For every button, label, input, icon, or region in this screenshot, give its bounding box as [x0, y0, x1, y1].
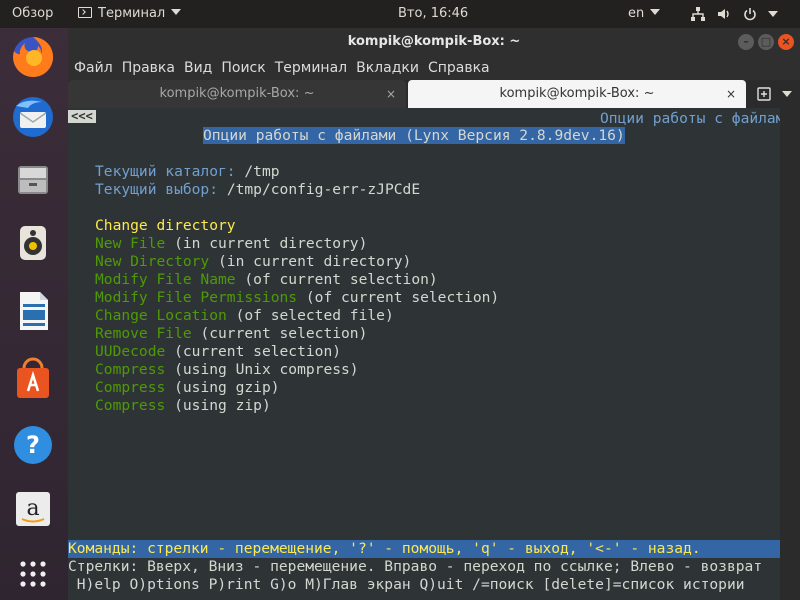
option-modify-file-permissions[interactable]: Modify File Permissions (of current sele…: [95, 289, 499, 307]
maximize-button[interactable]: □: [758, 34, 774, 50]
chevron-down-icon: [171, 9, 182, 15]
page-header: Опции работы с файлами (Lynx Версия 2.8.…: [203, 127, 625, 144]
files-icon[interactable]: [8, 154, 58, 204]
option-change-location[interactable]: Change Location (of selected file): [95, 307, 394, 325]
thunderbird-icon[interactable]: [8, 92, 58, 142]
chevron-down-icon: [768, 11, 778, 17]
option-remove-file[interactable]: Remove File (current selection): [95, 325, 367, 343]
tab-bar: kompik@kompik-Box: ~ × kompik@kompik-Box…: [68, 80, 800, 108]
menu-search[interactable]: Поиск: [221, 60, 265, 76]
terminal-window: kompik@kompik-Box: ~ – □ × Файл Правка Вид…: [68, 28, 800, 600]
activities-button[interactable]: Обзор: [12, 0, 53, 28]
language-label: en: [628, 6, 645, 21]
svg-text:a: a: [26, 496, 39, 521]
status-line: Команды: стрелки - перемещение, '?' - по…: [68, 540, 780, 558]
rhythmbox-icon[interactable]: [8, 218, 58, 268]
menu-bar: Файл Правка Вид Поиск Терминал Вкладки Справка: [68, 56, 800, 80]
clock[interactable]: Вто, 16:46: [398, 0, 468, 28]
current-selection-label: Текущий выбор:: [95, 181, 219, 198]
app-menu-label: Терминал: [98, 6, 166, 21]
option-new-file[interactable]: New File (in current directory): [95, 235, 367, 253]
menu-file[interactable]: Файл: [74, 60, 113, 76]
tab-1[interactable]: kompik@kompik-Box: ~ ×: [68, 80, 406, 108]
svg-text:?: ?: [26, 431, 40, 459]
menu-tabs[interactable]: Вкладки: [356, 60, 419, 76]
option-uudecode[interactable]: UUDecode (current selection): [95, 343, 341, 361]
option-compress-gzip[interactable]: Compress (using gzip): [95, 379, 280, 397]
menu-terminal[interactable]: Терминал: [275, 60, 347, 76]
scrollbar[interactable]: [780, 108, 800, 600]
help-line-2: H)elp O)ptions P)rint G)o M)Глав экран Q…: [68, 576, 745, 593]
terminal-icon: [78, 7, 92, 18]
libreoffice-writer-icon[interactable]: [8, 286, 58, 336]
tab-label: kompik@kompik-Box: ~: [159, 86, 315, 101]
dock: ? a: [0, 28, 68, 600]
menu-help[interactable]: Справка: [428, 60, 490, 76]
chevron-down-icon: [650, 9, 661, 15]
minimize-button[interactable]: –: [738, 34, 754, 50]
page-title-right: Опции работы с файлами: [600, 110, 794, 127]
show-apps-icon[interactable]: [8, 546, 58, 596]
option-change-directory[interactable]: Change directory: [95, 217, 236, 235]
chevron-down-icon: [782, 91, 792, 97]
terminal-content[interactable]: <<< Опции работы с файлами Опции работы …: [68, 108, 793, 600]
menu-view[interactable]: Вид: [184, 60, 212, 76]
firefox-icon[interactable]: [8, 32, 58, 82]
menu-edit[interactable]: Правка: [122, 60, 175, 76]
help-line-1: Стрелки: Вверх, Вниз - перемещение. Впра…: [68, 558, 763, 575]
option-compress-unix[interactable]: Compress (using Unix compress): [95, 361, 359, 379]
current-selection-value: /tmp/config-err-zJPCdE: [226, 181, 421, 198]
current-selection-line: Текущий выбор: /tmp/config-err-zJPCdE: [95, 181, 420, 199]
app-menu[interactable]: Терминал: [78, 0, 182, 28]
system-tray[interactable]: [690, 0, 788, 28]
volume-icon: [716, 6, 732, 22]
option-compress-zip[interactable]: Compress (using zip): [95, 397, 271, 415]
amazon-icon[interactable]: a: [8, 484, 58, 534]
current-dir-value: /tmp: [244, 163, 280, 180]
software-center-icon[interactable]: [8, 354, 58, 404]
window-controls: – □ ×: [738, 34, 794, 50]
window-title[interactable]: kompik@kompik-Box: ~: [68, 28, 800, 56]
power-icon: [742, 6, 758, 22]
tab-2[interactable]: kompik@kompik-Box: ~ ×: [408, 80, 746, 108]
network-icon: [690, 6, 706, 22]
close-icon[interactable]: ×: [726, 80, 736, 108]
option-new-directory[interactable]: New Directory (in current directory): [95, 253, 411, 271]
new-tab-button[interactable]: [752, 80, 778, 108]
help-icon[interactable]: ?: [8, 420, 58, 470]
close-icon[interactable]: ×: [386, 80, 396, 108]
close-button[interactable]: ×: [778, 34, 794, 50]
tabs-menu-button[interactable]: [780, 80, 798, 108]
language-indicator[interactable]: en: [628, 0, 661, 28]
option-modify-file-name[interactable]: Modify File Name (of current selection): [95, 271, 438, 289]
current-dir-line: Текущий каталог: /tmp: [95, 163, 280, 181]
top-panel: Обзор Терминал Вто, 16:46 en: [0, 0, 800, 28]
current-dir-label: Текущий каталог:: [95, 163, 236, 180]
new-tab-icon: [757, 87, 771, 101]
tab-label: kompik@kompik-Box: ~: [499, 86, 655, 101]
back-link[interactable]: <<<: [68, 110, 96, 123]
